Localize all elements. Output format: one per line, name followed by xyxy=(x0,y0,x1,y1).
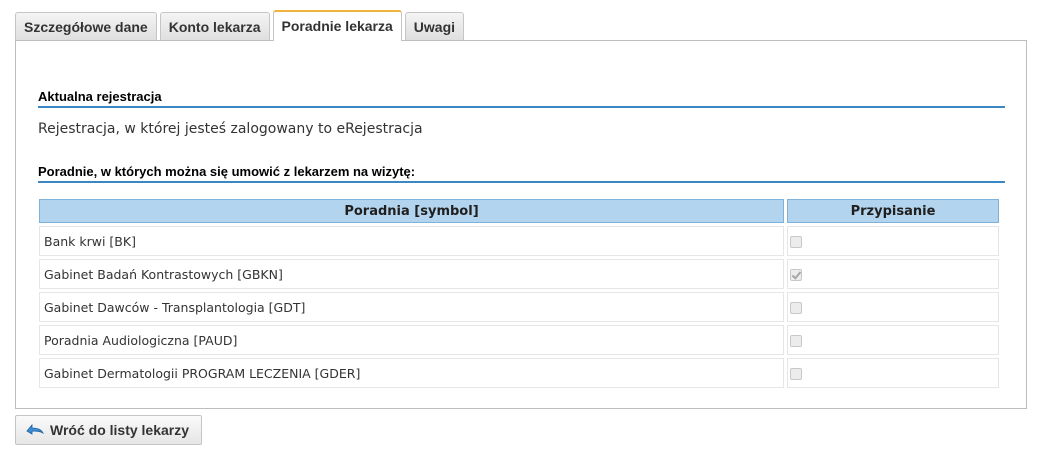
column-header-clinic: Poradnia [symbol] xyxy=(39,199,784,223)
assignment-cell xyxy=(787,358,999,388)
assignment-checkbox[interactable] xyxy=(790,368,802,380)
table-row: Gabinet Dermatologii PROGRAM LECZENIA [G… xyxy=(39,358,999,388)
clinic-name: Gabinet Badań Kontrastowych [GBKN] xyxy=(39,259,784,289)
assignment-cell xyxy=(787,325,999,355)
column-header-assignment: Przypisanie xyxy=(787,199,999,223)
tab-panel-poradnie: Aktualna rejestracja Rejestracja, w któr… xyxy=(15,40,1027,409)
tab-uwagi[interactable]: Uwagi xyxy=(404,12,465,41)
registration-heading: Aktualna rejestracja xyxy=(38,89,1005,108)
back-button-label: Wróć do listy lekarzy xyxy=(50,422,190,438)
table-row: Poradnia Audiologiczna [PAUD] xyxy=(39,325,999,355)
back-arrow-icon xyxy=(26,423,44,435)
table-row: Gabinet Dawców - Transplantologia [GDT] xyxy=(39,292,999,322)
clinics-heading: Poradnie, w których można się umowić z l… xyxy=(38,164,1005,183)
table-header-row: Poradnia [symbol] Przypisanie xyxy=(39,199,999,223)
clinics-table: Poradnia [symbol] Przypisanie Bank krwi … xyxy=(36,196,1002,391)
clinic-name: Bank krwi [BK] xyxy=(39,226,784,256)
clinic-name: Gabinet Dawców - Transplantologia [GDT] xyxy=(39,292,784,322)
tab-konto-lekarza[interactable]: Konto lekarza xyxy=(159,12,270,41)
assignment-checkbox[interactable] xyxy=(790,269,802,281)
back-to-doctors-list-button[interactable]: Wróć do listy lekarzy xyxy=(15,415,203,445)
assignment-checkbox[interactable] xyxy=(790,236,802,248)
assignment-cell xyxy=(787,292,999,322)
assignment-cell xyxy=(787,259,999,289)
tab-szczegolowe-dane[interactable]: Szczegółowe dane xyxy=(15,12,157,41)
assignment-checkbox[interactable] xyxy=(790,335,802,347)
assignment-cell xyxy=(787,226,999,256)
tab-bar: Szczegółowe dane Konto lekarza Poradnie … xyxy=(15,10,467,41)
registration-info-text: Rejestracja, w której jesteś zalogowany … xyxy=(38,121,423,137)
table-row: Gabinet Badań Kontrastowych [GBKN] xyxy=(39,259,999,289)
tab-poradnie-lekarza[interactable]: Poradnie lekarza xyxy=(272,10,402,41)
clinic-name: Poradnia Audiologiczna [PAUD] xyxy=(39,325,784,355)
table-row: Bank krwi [BK] xyxy=(39,226,999,256)
clinic-name: Gabinet Dermatologii PROGRAM LECZENIA [G… xyxy=(39,358,784,388)
assignment-checkbox[interactable] xyxy=(790,302,802,314)
